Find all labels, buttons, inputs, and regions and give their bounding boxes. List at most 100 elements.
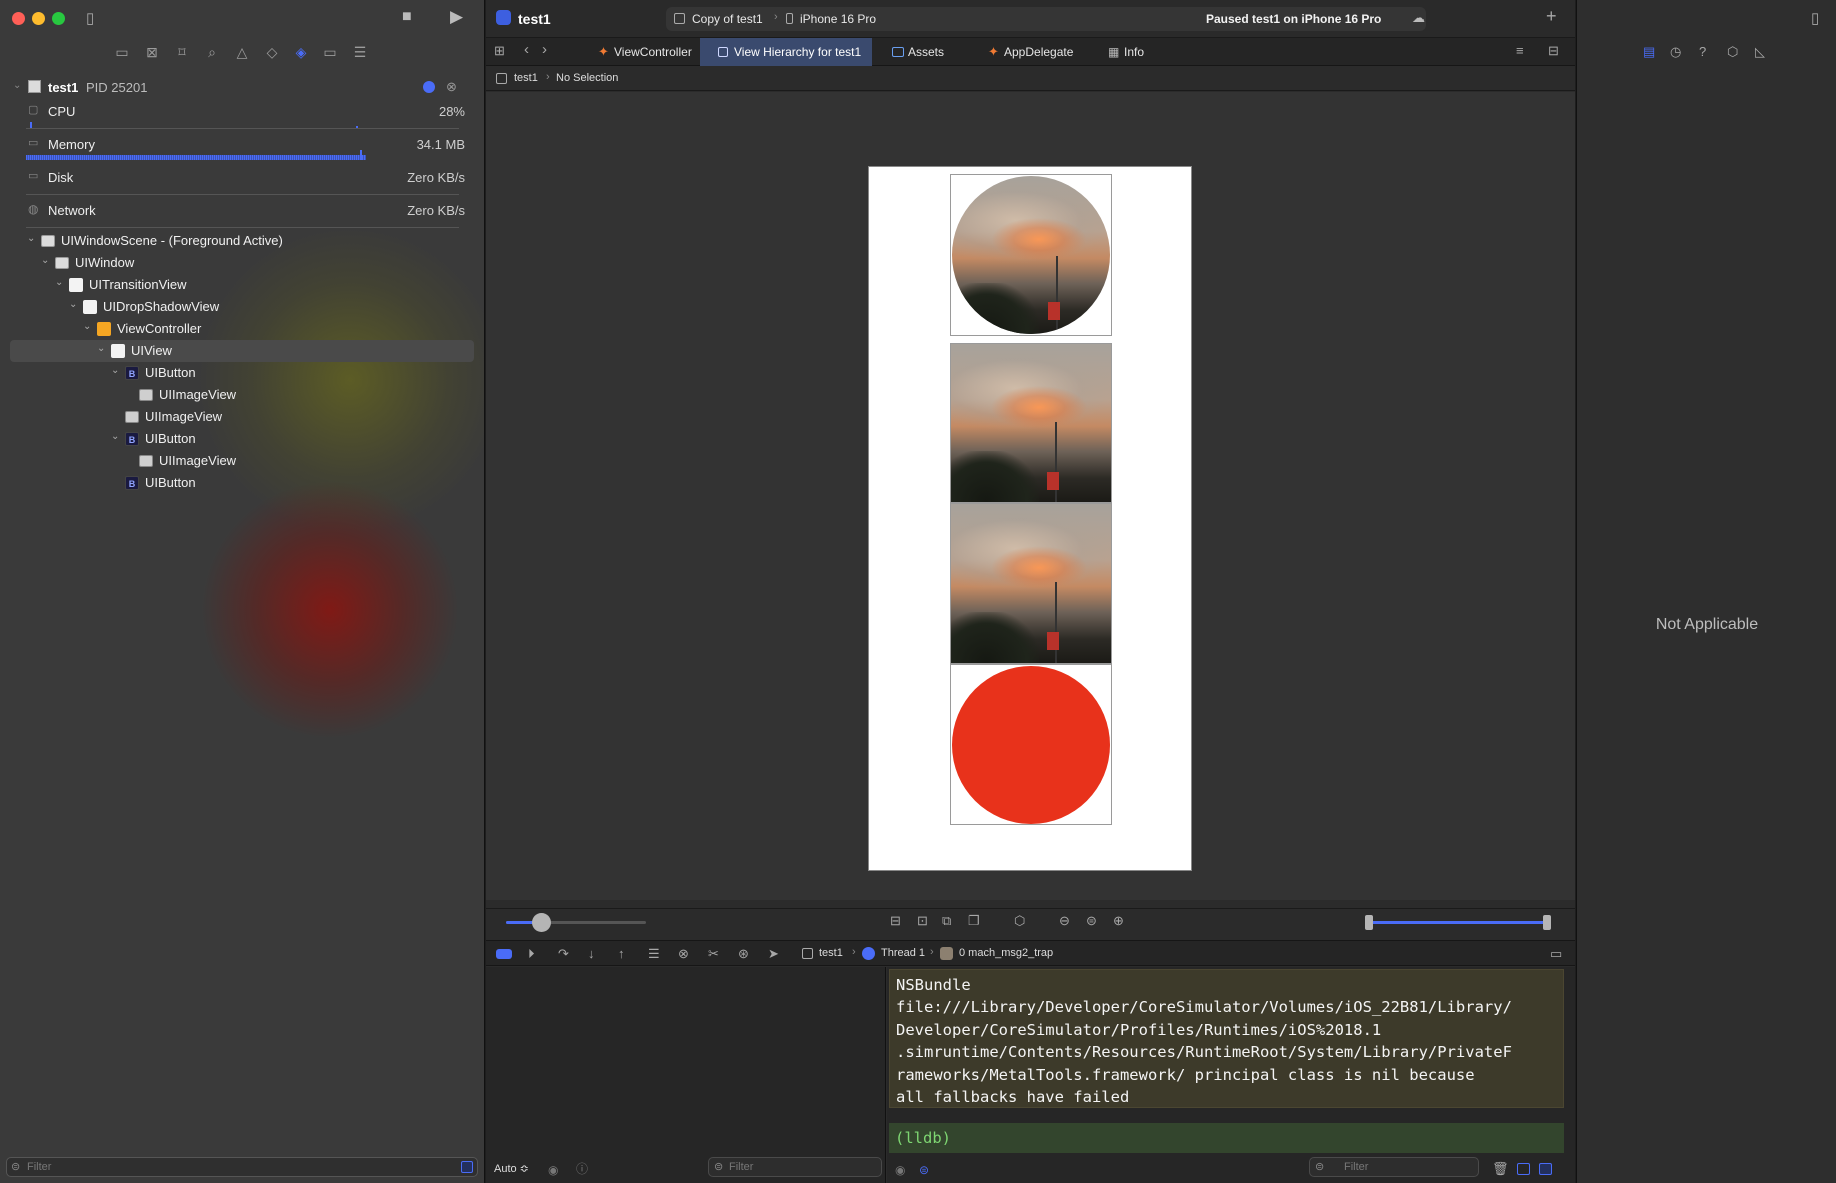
tree-row-uitransitionview[interactable]: ⌄ UITransitionView <box>0 274 484 296</box>
tab-assets[interactable]: Assets <box>874 38 968 66</box>
stop-button[interactable]: ■ <box>402 8 412 26</box>
eye-icon[interactable]: ◉ <box>895 1163 905 1177</box>
zoom-window-button[interactable] <box>52 12 65 25</box>
variables-filter-field[interactable]: ⊜ Filter <box>708 1157 882 1177</box>
step-into-icon[interactable]: ↓ <box>588 946 595 961</box>
history-clock-icon[interactable]: ◷ <box>1670 44 1681 60</box>
view-debugger-canvas[interactable] <box>486 92 1575 900</box>
warning-icon[interactable]: △ <box>232 44 252 61</box>
chevron-down-icon[interactable]: ⌄ <box>111 365 119 376</box>
tree-row-uiview-selected[interactable]: ⌄ UIView <box>10 340 474 362</box>
file-inspector-icon[interactable]: ▤ <box>1643 44 1655 60</box>
continue-icon[interactable]: ⏵ <box>528 946 535 962</box>
tree-row-uiimageview[interactable]: UIImageView <box>0 406 484 428</box>
object-inspector-icon[interactable]: ⬡ <box>1727 44 1738 60</box>
tree-row-uiwindowscene[interactable]: ⌄ UIWindowScene - (Foreground Active) <box>0 230 484 252</box>
uiimageview-frame[interactable] <box>950 343 1112 503</box>
uibutton-frame[interactable] <box>950 503 1112 664</box>
step-out-icon[interactable]: ↑ <box>618 946 625 961</box>
simulate-icon[interactable]: ⊛ <box>738 946 749 962</box>
range-slider-min-handle[interactable] <box>1365 915 1373 930</box>
trash-icon[interactable]: 🗑 <box>1492 1161 1509 1177</box>
lldb-prompt[interactable]: (lldb) <box>889 1123 1564 1153</box>
environment-icon[interactable]: ✂ <box>708 946 719 962</box>
zoom-in-icon[interactable]: ⊕ <box>1113 913 1124 929</box>
console-output-icon[interactable]: ⊜ <box>919 1163 929 1177</box>
zoom-out-icon[interactable]: ⊖ <box>1059 913 1070 929</box>
filter-options-icon[interactable] <box>461 1161 473 1173</box>
debug-session-icon[interactable] <box>423 81 435 93</box>
tree-row-uibutton[interactable]: ⌄ B UIButton <box>0 428 484 450</box>
scheme-selector[interactable]: Copy of test1 <box>692 12 763 26</box>
destination-selector[interactable]: iPhone 16 Pro <box>800 12 876 26</box>
run-button[interactable]: ▶ <box>450 7 463 27</box>
show-constraints-icon[interactable]: ⊡ <box>917 913 928 929</box>
view-hierarchy-icon[interactable]: ☰ <box>648 946 660 962</box>
tree-row-uibutton[interactable]: B UIButton <box>0 472 484 494</box>
show-right-pane-icon[interactable] <box>1539 1163 1552 1175</box>
jumpbar-project[interactable]: test1 <box>514 72 538 84</box>
inspector-toggle-icon[interactable]: ▯ <box>1811 9 1819 27</box>
report-icon[interactable]: ☰ <box>350 44 370 61</box>
tab-appdelegate[interactable]: ✦ AppDelegate <box>970 38 1088 66</box>
console-filter-field[interactable]: ⊜ Filter <box>1309 1157 1479 1177</box>
uibutton-frame[interactable] <box>950 664 1112 825</box>
memory-graph-icon[interactable]: ⊗ <box>678 946 689 962</box>
tree-row-viewcontroller[interactable]: ⌄ ViewController <box>0 318 484 340</box>
add-icon[interactable]: + <box>1546 6 1557 27</box>
chevron-down-icon[interactable]: ⌄ <box>41 255 49 266</box>
tree-row-uiwindow[interactable]: ⌄ UIWindow <box>0 252 484 274</box>
chevron-down-icon[interactable]: ⌄ <box>27 233 35 244</box>
editor-options-icon[interactable]: ≡ <box>1516 43 1524 58</box>
debug-process[interactable]: test1 <box>819 947 843 959</box>
hide-debug-area-icon[interactable]: ▭ <box>1550 946 1562 962</box>
split-editor-icon[interactable]: ⊟ <box>1548 43 1559 59</box>
bookmark-icon[interactable]: ⌑ <box>172 44 192 61</box>
variables-mode-selector[interactable]: Auto ≎ <box>494 1162 529 1175</box>
debug-spray-icon[interactable]: ◈ <box>291 44 311 61</box>
test-diamond-icon[interactable]: ◇ <box>262 44 282 61</box>
show-clipped-icon[interactable]: ⊟ <box>890 913 901 929</box>
gauge-disk[interactable]: ▭ Disk Zero KB/s <box>0 168 484 198</box>
range-slider-max-handle[interactable] <box>1543 915 1551 930</box>
range-slider-track[interactable] <box>1365 915 1551 930</box>
activity-view[interactable]: Copy of test1 › iPhone 16 Pro Paused tes… <box>666 7 1426 31</box>
tree-row-uidropshadowview[interactable]: ⌄ UIDropShadowView <box>0 296 484 318</box>
console-view[interactable]: NSBundle file:///Library/Developer/CoreS… <box>887 967 1575 1183</box>
jumpbar-selection[interactable]: No Selection <box>556 72 618 84</box>
chevron-down-icon[interactable]: ⌄ <box>97 343 105 354</box>
tab-view-hierarchy[interactable]: View Hierarchy for test1 <box>700 38 872 66</box>
close-window-button[interactable] <box>12 12 25 25</box>
orient-2d-icon[interactable]: ❐ <box>968 913 980 929</box>
sidebar-toggle-icon[interactable]: ▯ <box>86 9 94 27</box>
back-arrow-icon[interactable]: ‹ <box>524 41 529 58</box>
gauge-cpu[interactable]: ▢ CPU 28% <box>0 102 484 132</box>
tab-viewcontroller[interactable]: ✦ ViewController <box>580 38 698 66</box>
chevron-down-icon[interactable]: ⌄ <box>13 80 21 91</box>
info-icon[interactable]: ⓘ <box>576 1160 588 1177</box>
forward-arrow-icon[interactable]: › <box>542 41 547 58</box>
related-items-icon[interactable]: ⊞ <box>494 43 505 59</box>
breakpoint-icon[interactable]: ▭ <box>320 44 340 61</box>
chevron-down-icon[interactable]: ⌄ <box>111 431 119 442</box>
memory-graph-icon[interactable]: ⊗ <box>446 79 457 95</box>
location-arrow-icon[interactable]: ➤ <box>768 946 779 962</box>
tab-info[interactable]: ▦ Info <box>1090 38 1176 66</box>
orient-3d-cube-icon[interactable]: ⬡ <box>1014 913 1025 929</box>
gauge-memory[interactable]: ▭ Memory 34.1 MB <box>0 135 484 165</box>
navigator-filter-field[interactable]: ⊜ Filter <box>6 1157 478 1177</box>
spacing-slider-knob[interactable] <box>532 913 551 932</box>
tree-row-uiimageview[interactable]: UIImageView <box>0 450 484 472</box>
help-icon[interactable]: ? <box>1699 44 1706 59</box>
chevron-down-icon[interactable]: ⌄ <box>69 299 77 310</box>
tree-row-uiimageview[interactable]: UIImageView <box>0 384 484 406</box>
chevron-down-icon[interactable]: ⌄ <box>83 321 91 332</box>
tree-row-uibutton[interactable]: ⌄ B UIButton <box>0 362 484 384</box>
chevron-down-icon[interactable]: ⌄ <box>55 277 63 288</box>
size-inspector-icon[interactable]: ◺ <box>1755 44 1765 60</box>
minimize-window-button[interactable] <box>32 12 45 25</box>
debug-thread[interactable]: Thread 1 <box>881 947 925 959</box>
zoom-actual-icon[interactable]: ⊜ <box>1086 913 1097 929</box>
uibutton-frame[interactable] <box>950 174 1112 336</box>
show-left-pane-icon[interactable] <box>1517 1163 1530 1175</box>
